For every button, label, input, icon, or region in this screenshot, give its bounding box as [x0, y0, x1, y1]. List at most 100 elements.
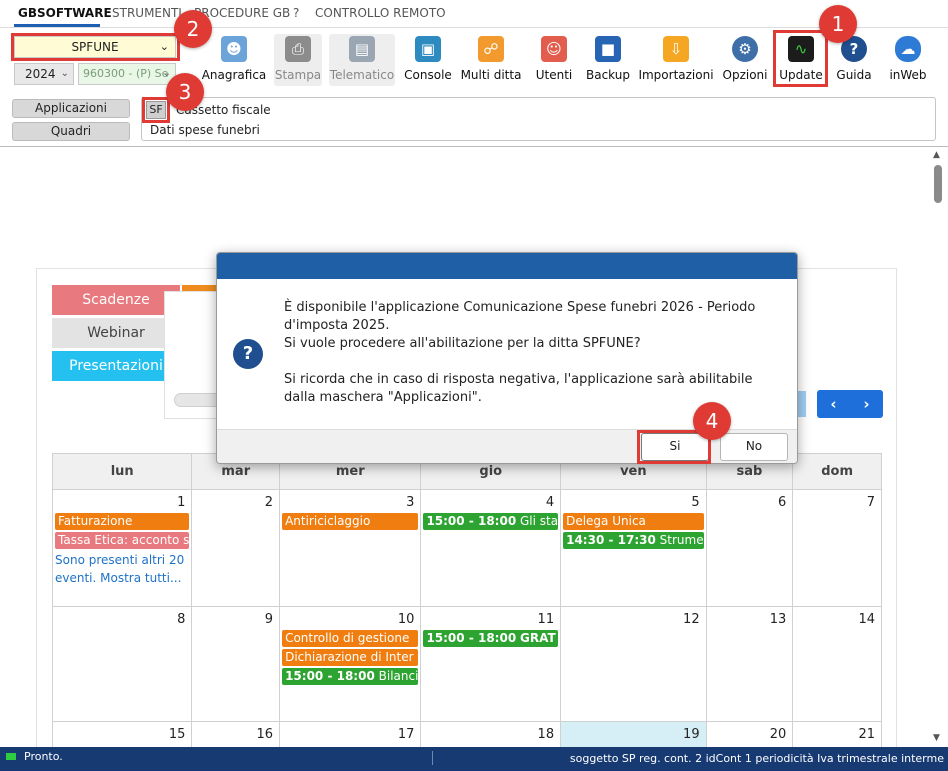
tool-label: Console — [404, 68, 452, 82]
status-info: soggetto SP reg. cont. 2 idCont 1 period… — [569, 752, 944, 765]
gear-icon: ⚙ — [732, 36, 758, 62]
menu-gbsoftware[interactable]: GBSOFTWARE — [18, 6, 112, 20]
network-icon: ☍ — [478, 36, 504, 62]
calendar-day[interactable]: 7 — [792, 489, 882, 607]
tool-opzioni[interactable]: ⚙ Opzioni — [721, 34, 769, 86]
tool-label: Anagrafica — [201, 68, 267, 82]
quadri-button[interactable]: Quadri — [12, 122, 130, 141]
day-number: 13 — [769, 612, 787, 627]
status-indicator-icon — [6, 753, 16, 760]
calendar-day[interactable]: 8 — [51, 606, 193, 722]
calendar-event[interactable]: 15:00 - 18:00 Gli sta — [423, 513, 559, 530]
scroll-down-icon[interactable]: ▼ — [933, 733, 940, 743]
menu-strumenti[interactable]: STRUMENTI — [112, 6, 182, 20]
scroll-up-icon[interactable]: ▲ — [933, 150, 940, 160]
calendar-day[interactable]: 10 Controllo di gestione Dichiarazione d… — [279, 606, 422, 722]
users-icon: ☺ — [541, 36, 567, 62]
calendar-nav: ‹ › — [817, 390, 883, 418]
calendar-day[interactable]: 3 Antiriciclaggio — [279, 489, 422, 607]
dialog-spacer — [284, 353, 784, 371]
calendar-day[interactable]: 12 — [560, 606, 707, 722]
divider — [0, 146, 948, 147]
calendar-day[interactable]: 11 15:00 - 18:00 GRAT — [420, 606, 562, 722]
dialog-message: È disponibile l'applicazione Comunicazio… — [284, 299, 784, 407]
annotation-badge-2: 2 — [174, 10, 212, 48]
day-number: 8 — [177, 612, 186, 627]
calendar-day[interactable]: 6 — [705, 489, 794, 607]
dialog-line: Si vuole procedere all'abilitazione per … — [284, 336, 641, 351]
id-card-icon: ☻ — [221, 36, 247, 62]
day-number: 6 — [777, 495, 787, 510]
event-title: GRAT — [520, 631, 556, 645]
day-number: 15 — [168, 727, 186, 742]
tool-label: Opzioni — [722, 68, 768, 82]
scrollbar-thumb[interactable] — [934, 165, 942, 203]
event-title: Bilanci — [378, 669, 419, 683]
code-select-value: 960300 - (P) Se — [83, 67, 169, 80]
calendar-event[interactable]: Fatturazione — [55, 513, 190, 530]
menu-help[interactable]: ? — [293, 6, 299, 20]
calendar-day[interactable]: 13 — [705, 606, 794, 722]
tool-label: Utenti — [535, 68, 573, 82]
show-more-link[interactable]: Sono presenti altri 20 eventi. Mostra tu… — [55, 551, 191, 587]
calendar-day[interactable]: 9 — [191, 606, 281, 722]
tab-webinar[interactable]: Webinar — [52, 318, 180, 348]
calendar-day[interactable]: 2 — [191, 489, 281, 607]
calendar-event[interactable]: 15:00 - 18:00 Bilanci — [282, 668, 419, 685]
day-number: 18 — [537, 727, 555, 742]
tool-stampa[interactable]: ⎙ Stampa — [274, 34, 322, 86]
prev-month-button[interactable]: ‹ — [817, 390, 850, 418]
tool-label: inWeb — [889, 68, 927, 82]
app-window: GBSOFTWARE STRUMENTI PROCEDURE GB ? CONT… — [0, 0, 948, 771]
year-select-value: 2024 — [25, 67, 56, 81]
calendar-day[interactable]: 14 — [792, 606, 882, 722]
event-time: 15:00 - 18:00 — [285, 669, 375, 683]
status-text: Pronto. — [24, 750, 63, 763]
calendar-day[interactable]: 1 Fatturazione Tassa Etica: acconto s So… — [51, 489, 193, 607]
calendar-day[interactable]: 5 Delega Unica 14:30 - 17:30 Strume — [560, 489, 707, 607]
calendar-day[interactable]: 4 15:00 - 18:00 Gli sta — [420, 489, 562, 607]
document-icon: ▤ — [349, 36, 375, 62]
calendar-event[interactable]: 14:30 - 17:30 Strume — [563, 532, 704, 549]
question-icon: ? — [233, 339, 263, 369]
day-number: 5 — [691, 495, 700, 510]
tool-utenti[interactable]: ☺ Utenti — [530, 34, 578, 86]
tab-presentazioni[interactable]: Presentazioni — [52, 351, 180, 381]
year-select[interactable]: 2024 ⌄ — [14, 63, 74, 85]
calendar-event[interactable]: Antiriciclaggio — [282, 513, 419, 530]
calendar-event[interactable]: Dichiarazione di Inter — [282, 649, 419, 666]
tool-backup[interactable]: ■ Backup — [585, 34, 631, 86]
tool-label: Stampa — [274, 68, 322, 82]
weekday-header: dom — [792, 453, 882, 490]
tool-inweb[interactable]: ☁ inWeb — [884, 34, 932, 86]
applicazioni-button[interactable]: Applicazioni — [12, 99, 130, 118]
tool-importazioni[interactable]: ⇩ Importazioni — [638, 34, 714, 86]
code-select[interactable]: 960300 - (P) Se ⌄ — [78, 63, 176, 85]
printer-icon: ⎙ — [285, 36, 311, 62]
tool-anagrafica[interactable]: ☻ Anagrafica — [202, 34, 266, 86]
event-time: 15:00 - 18:00 — [426, 514, 517, 528]
tool-multi-ditta[interactable]: ☍ Multi ditta — [461, 34, 521, 86]
tool-label: Telematico — [329, 68, 395, 82]
calendar-event[interactable]: Delega Unica — [563, 513, 704, 530]
dialog-titlebar[interactable] — [217, 253, 797, 279]
day-number: 21 — [858, 727, 875, 742]
calendar-event[interactable]: Tassa Etica: acconto s — [55, 532, 190, 549]
day-number: 14 — [858, 612, 875, 627]
section-line-dati[interactable]: Dati spese funebri — [150, 123, 260, 137]
calendar-event[interactable]: 15:00 - 18:00 GRAT — [423, 630, 559, 647]
tool-console[interactable]: ▣ Console — [402, 34, 454, 86]
event-time: 15:00 - 18:00 — [426, 631, 517, 645]
vertical-scrollbar[interactable] — [930, 152, 948, 746]
no-button[interactable]: No — [720, 433, 788, 461]
menu-controllo-remoto[interactable]: CONTROLLO REMOTO — [315, 6, 446, 20]
menu-bar: GBSOFTWARE STRUMENTI PROCEDURE GB ? CONT… — [0, 0, 948, 28]
next-month-button[interactable]: › — [850, 390, 883, 418]
day-number: 19 — [683, 727, 700, 742]
status-divider — [432, 751, 433, 765]
event-time: 14:30 - 17:30 — [566, 533, 656, 547]
tool-telematico[interactable]: ▤ Telematico — [329, 34, 395, 86]
calendar-event[interactable]: Controllo di gestione — [282, 630, 419, 647]
weekday-header: lun — [51, 453, 193, 490]
tab-scadenze[interactable]: Scadenze — [52, 285, 180, 315]
